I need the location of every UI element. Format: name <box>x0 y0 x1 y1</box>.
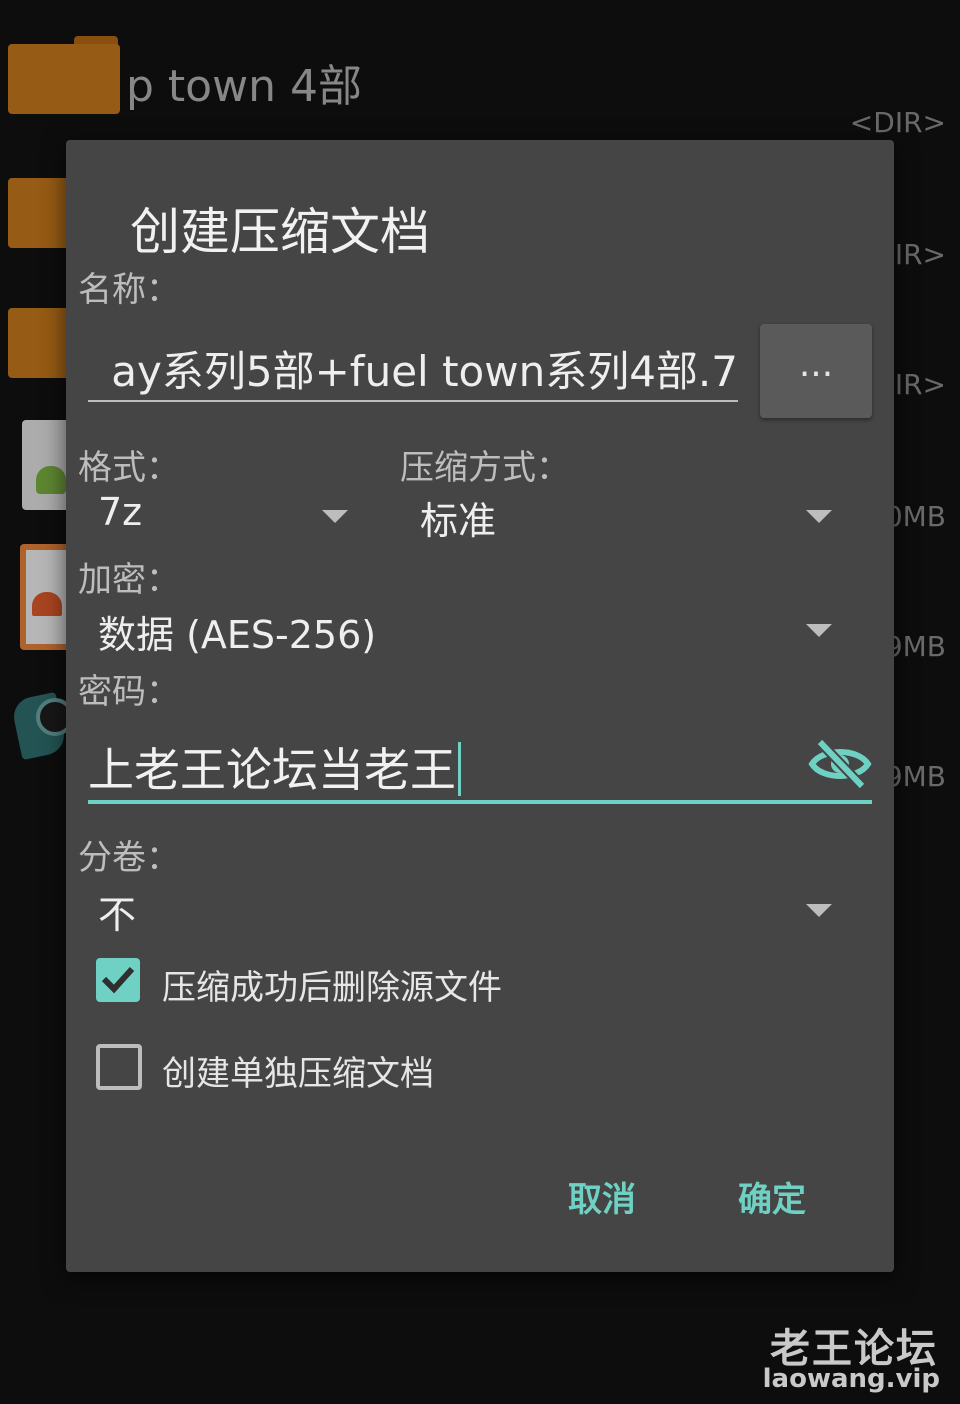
compression-method-label: 压缩方式： <box>400 448 570 488</box>
encryption-value: 数据 (AES-256) <box>98 613 377 657</box>
separate-archives-checkbox[interactable] <box>96 1044 142 1090</box>
checkmark-icon <box>101 966 135 994</box>
chevron-down-icon <box>806 904 832 917</box>
text-cursor <box>458 742 461 796</box>
compression-method-value: 标准 <box>420 499 497 543</box>
password-label: 密码： <box>78 672 180 712</box>
encryption-dropdown[interactable]: 数据 (AES-256) <box>88 598 838 658</box>
delete-source-checkbox[interactable] <box>96 958 140 1002</box>
name-underline <box>88 400 738 402</box>
ok-button[interactable]: 确定 <box>738 1172 806 1221</box>
delete-source-label: 压缩成功后删除源文件 <box>162 968 502 1008</box>
password-underline <box>88 800 872 804</box>
delete-source-checkbox-row[interactable]: 压缩成功后删除源文件 <box>66 952 766 1012</box>
dialog-title: 创建压缩文档 <box>130 203 430 261</box>
split-dropdown[interactable]: 不 <box>88 878 838 938</box>
compression-method-dropdown[interactable]: 标准 <box>400 484 838 544</box>
format-label: 格式： <box>78 448 180 488</box>
format-dropdown[interactable]: 7z <box>88 484 360 544</box>
encryption-label: 加密： <box>78 560 180 600</box>
password-value: 上老王论坛当老王 <box>88 743 456 797</box>
cancel-button[interactable]: 取消 <box>568 1172 636 1221</box>
format-value: 7z <box>98 490 143 534</box>
split-label: 分卷： <box>78 838 180 878</box>
name-label: 名称： <box>78 270 180 310</box>
browse-button[interactable]: ... <box>760 324 872 418</box>
watermark-url: laowang.vip <box>762 1364 940 1394</box>
chevron-down-icon <box>806 510 832 523</box>
separate-archives-checkbox-row[interactable]: 创建单独压缩文档 <box>66 1038 766 1098</box>
archive-name-value: ay系列5部+fuel town系列4部.7 <box>111 347 738 396</box>
archive-name-input[interactable]: ay系列5部+fuel town系列4部.7 <box>88 330 738 406</box>
chevron-down-icon <box>806 624 832 637</box>
chevron-down-icon <box>322 510 348 523</box>
eye-off-icon[interactable] <box>808 736 872 792</box>
separate-archives-label: 创建单独压缩文档 <box>162 1054 434 1094</box>
password-input[interactable]: 上老王论坛当老王 <box>88 734 461 800</box>
split-value: 不 <box>98 893 137 937</box>
create-archive-dialog: 创建压缩文档 名称： ay系列5部+fuel town系列4部.7 ... 格式… <box>66 140 894 1272</box>
